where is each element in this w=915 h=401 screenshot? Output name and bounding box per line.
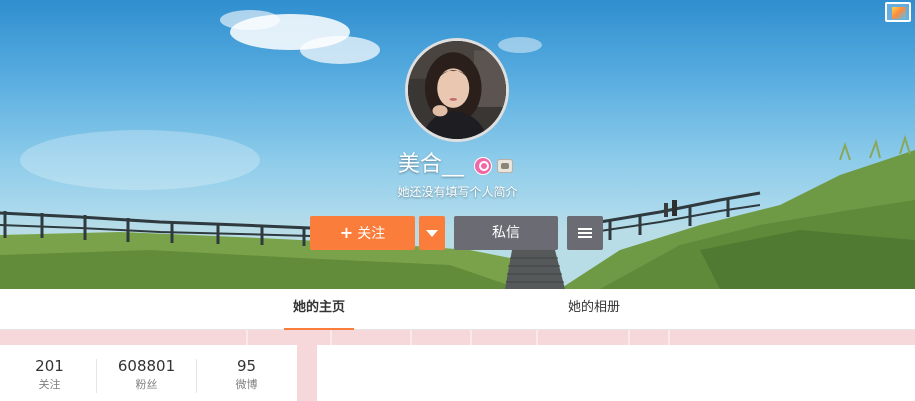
more-menu-button[interactable]: [567, 216, 603, 250]
follow-button-label: 关注: [357, 226, 386, 242]
stat-following-value: 201: [35, 357, 64, 375]
stat-followers-value: 608801: [117, 357, 176, 375]
cover-banner: 美合__ 她还没有填写个人简介 + 关注 私信: [0, 0, 915, 289]
member-level-icon[interactable]: [497, 159, 513, 173]
avatar[interactable]: [405, 38, 509, 142]
follow-button[interactable]: + 关注: [310, 216, 415, 250]
stats-card: 201 关注 608801 粉丝 95 微博: [0, 345, 297, 401]
stat-posts-label: 微博: [235, 378, 258, 391]
vip-badge-icon[interactable]: [474, 157, 492, 175]
profile-bio: 她还没有填写个人简介: [397, 185, 518, 199]
stat-followers[interactable]: 608801 粉丝: [97, 355, 196, 393]
profile-page: 美合__ 她还没有填写个人简介 + 关注 私信 她的主页 她的相册 201 关注…: [0, 0, 915, 401]
tab-album[interactable]: 她的相册: [556, 289, 632, 330]
message-button-label: 私信: [492, 225, 520, 241]
avatar-photo: [408, 41, 506, 139]
stat-posts[interactable]: 95 微博: [197, 355, 296, 393]
image-icon[interactable]: [885, 2, 911, 22]
profile-name: 美合__: [398, 152, 465, 177]
feed-card: [317, 345, 915, 401]
stat-following-label: 关注: [38, 378, 61, 391]
stat-following[interactable]: 201 关注: [0, 355, 99, 393]
tab-home[interactable]: 她的主页: [284, 289, 354, 330]
stat-followers-label: 粉丝: [135, 378, 158, 391]
chevron-down-icon: [426, 230, 438, 237]
message-button[interactable]: 私信: [454, 216, 558, 250]
stat-posts-value: 95: [236, 357, 257, 375]
follow-menu-button[interactable]: [419, 216, 445, 250]
profile-tabs: 她的主页 她的相册: [0, 289, 915, 330]
plus-icon: +: [339, 223, 354, 242]
